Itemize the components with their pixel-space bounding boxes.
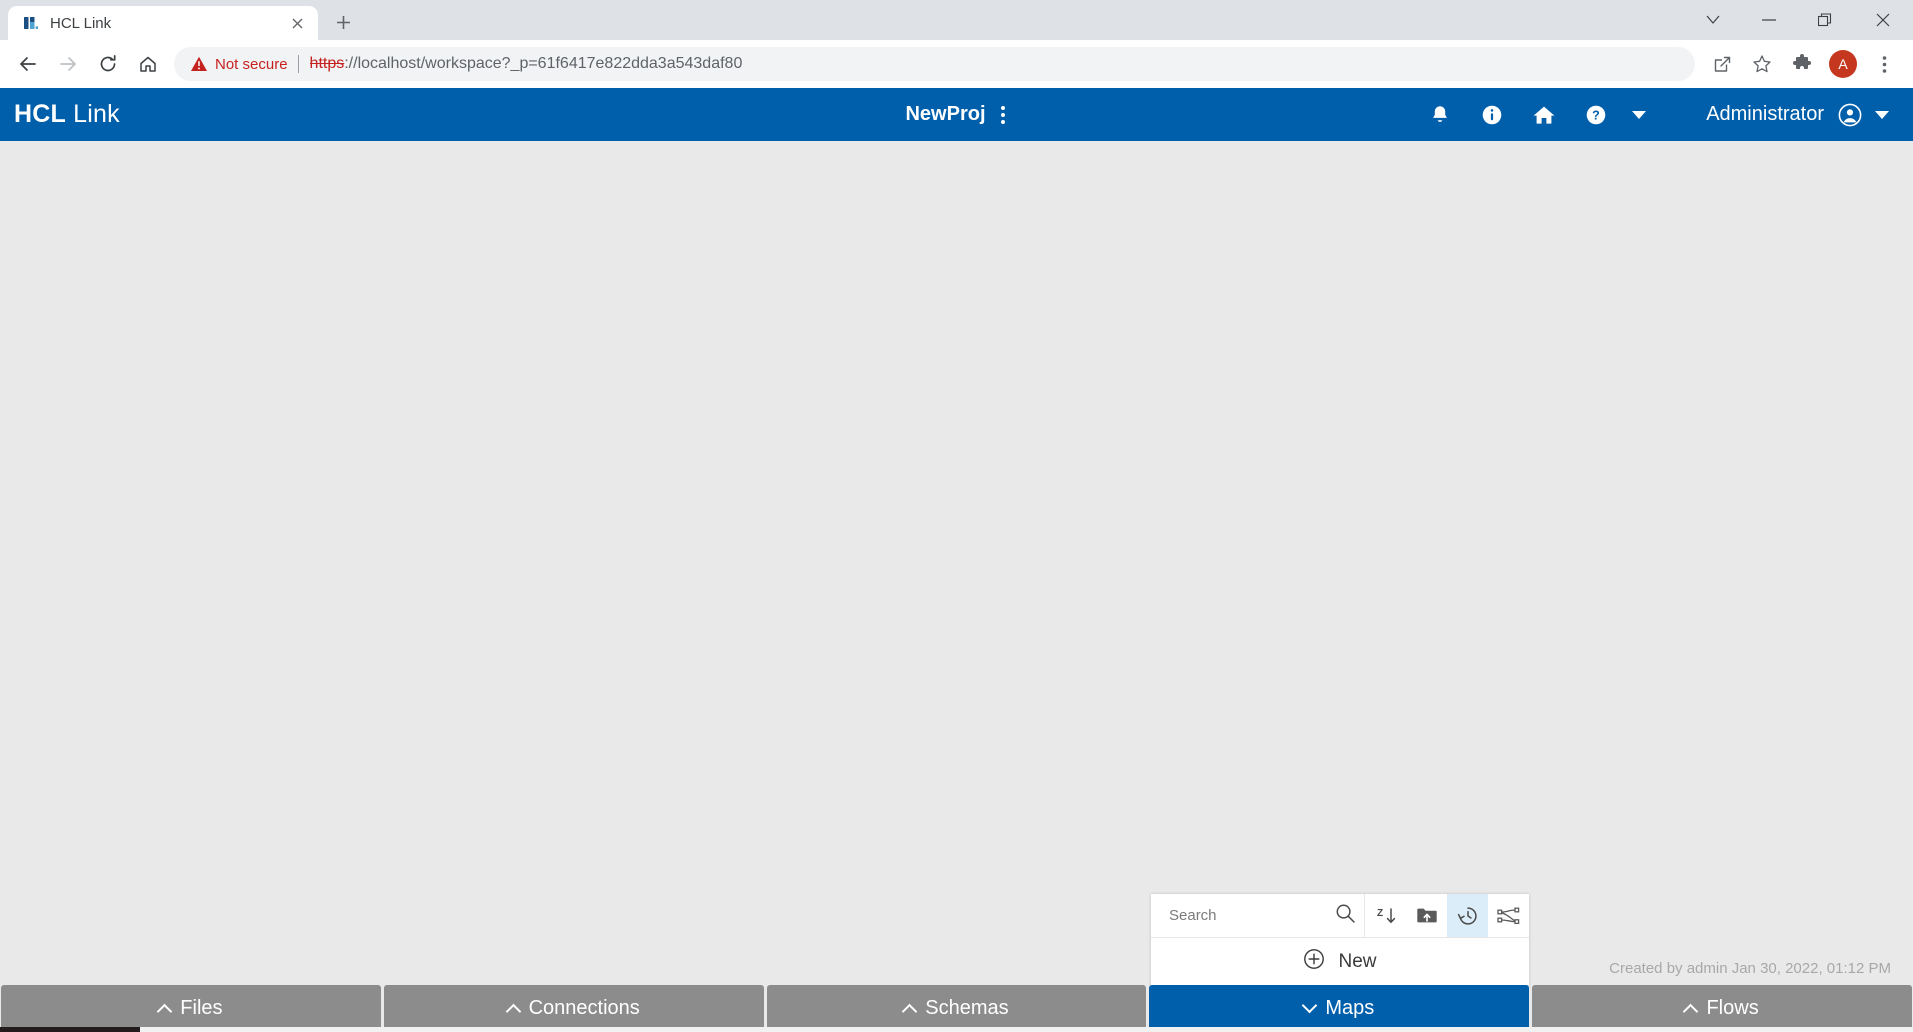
project-selector[interactable]: NewProj xyxy=(905,102,1007,128)
maps-panel: Z xyxy=(1151,894,1529,985)
app-header-actions: ? Administrator xyxy=(1414,95,1899,135)
star-icon[interactable] xyxy=(1743,45,1781,83)
chevron-up-icon xyxy=(505,1004,521,1020)
browser-toolbar: Not secure https://localhost/workspace?_… xyxy=(0,40,1913,88)
notifications-icon[interactable] xyxy=(1414,95,1466,135)
user-avatar-icon[interactable] xyxy=(1835,95,1865,135)
user-menu-chevron-down-icon[interactable] xyxy=(1865,95,1899,135)
url-text: https://localhost/workspace?_p=61f6417e8… xyxy=(310,55,1687,73)
bottom-tab-connections[interactable]: Connections xyxy=(384,985,764,1032)
url-scheme: https xyxy=(310,55,345,72)
tab-search-chevron-down-icon[interactable] xyxy=(1685,0,1741,40)
horizontal-scrollbar-track[interactable] xyxy=(140,1027,1913,1032)
profile-avatar[interactable]: A xyxy=(1829,50,1857,78)
browser-tabstrip: HCL Link xyxy=(0,0,1913,40)
new-tab-button[interactable] xyxy=(326,5,360,39)
hcl-link-favicon xyxy=(22,14,40,32)
bottom-tab-label: Files xyxy=(180,997,222,1020)
browser-tab-title: HCL Link xyxy=(50,15,286,32)
omnibox[interactable]: Not secure https://localhost/workspace?_… xyxy=(174,47,1695,81)
svg-text:Z: Z xyxy=(1377,908,1383,919)
new-map-button[interactable]: New xyxy=(1151,938,1529,985)
created-by-label: Created by admin Jan 30, 2022, 01:12 PM xyxy=(1609,960,1891,977)
vertical-dots-icon[interactable] xyxy=(998,102,1008,128)
bottom-tab-label: Flows xyxy=(1706,997,1758,1020)
bottom-tab-maps[interactable]: Maps xyxy=(1149,985,1529,1032)
home-icon[interactable] xyxy=(1518,95,1570,135)
hcl-link-app: HCL Link NewProj ? Administrator xyxy=(0,88,1913,1032)
share-icon[interactable] xyxy=(1703,45,1741,83)
bottom-tab-files[interactable]: Files xyxy=(1,985,381,1032)
user-name-label: Administrator xyxy=(1706,103,1824,126)
brand-link: Link xyxy=(66,100,120,128)
plus-circle-icon xyxy=(1303,948,1325,976)
bottom-tab-flows[interactable]: Flows xyxy=(1532,985,1912,1032)
kebab-menu-icon[interactable] xyxy=(1865,45,1903,83)
bottom-tab-schemas[interactable]: Schemas xyxy=(767,985,1147,1032)
import-folder-icon[interactable] xyxy=(1406,894,1447,937)
new-map-label: New xyxy=(1338,951,1376,973)
chevron-up-icon xyxy=(157,1004,173,1020)
arrow-left-icon[interactable] xyxy=(8,44,48,84)
app-brand[interactable]: HCL Link xyxy=(14,100,120,129)
horizontal-scrollbar-thumb[interactable] xyxy=(140,1027,1170,1032)
url-rest: ://localhost/workspace?_p=61f6417e822dda… xyxy=(344,55,742,72)
browser-tab[interactable]: HCL Link xyxy=(8,6,318,40)
help-icon[interactable]: ? xyxy=(1570,95,1622,135)
workspace-canvas: Z xyxy=(0,141,1913,1032)
arrow-right-icon xyxy=(48,44,88,84)
history-clock-icon[interactable] xyxy=(1447,894,1488,937)
maps-panel-toolbar: Z xyxy=(1151,894,1529,938)
brand-hcl: HCL xyxy=(14,100,66,128)
window-close-icon[interactable] xyxy=(1853,0,1913,40)
minimize-icon[interactable] xyxy=(1741,0,1797,40)
project-name: NewProj xyxy=(905,103,985,126)
graph-nodes-icon[interactable] xyxy=(1488,894,1529,937)
bottom-tab-label: Schemas xyxy=(925,997,1008,1020)
info-icon[interactable] xyxy=(1466,95,1518,135)
chevron-up-icon xyxy=(902,1004,918,1020)
chevron-up-icon xyxy=(1683,1004,1699,1020)
omnibox-divider xyxy=(298,55,299,73)
restore-icon[interactable] xyxy=(1797,0,1853,40)
svg-text:?: ? xyxy=(1592,108,1600,122)
close-icon[interactable] xyxy=(286,12,308,34)
sort-descending-icon[interactable]: Z xyxy=(1365,894,1406,937)
warning-triangle-icon xyxy=(190,55,208,73)
reload-icon[interactable] xyxy=(88,44,128,84)
header-dropdown-caret-icon[interactable] xyxy=(1622,95,1656,135)
browser-toolbar-right: A xyxy=(1703,45,1903,83)
search-input[interactable] xyxy=(1169,907,1335,924)
magnifier-icon[interactable] xyxy=(1335,903,1356,929)
home-icon[interactable] xyxy=(128,44,168,84)
window-controls xyxy=(1685,0,1913,40)
bottom-tab-bar: Files Connections Schemas Maps Flows xyxy=(0,985,1913,1032)
browser-chrome: HCL Link xyxy=(0,0,1913,88)
chevron-down-icon xyxy=(1302,998,1318,1014)
puzzle-piece-icon[interactable] xyxy=(1783,45,1821,83)
maps-search-box[interactable] xyxy=(1151,894,1365,937)
bottom-tab-label: Maps xyxy=(1325,997,1374,1020)
security-status-label: Not secure xyxy=(215,56,288,73)
bottom-tab-label: Connections xyxy=(529,997,640,1020)
app-header: HCL Link NewProj ? Administrator xyxy=(0,88,1913,141)
